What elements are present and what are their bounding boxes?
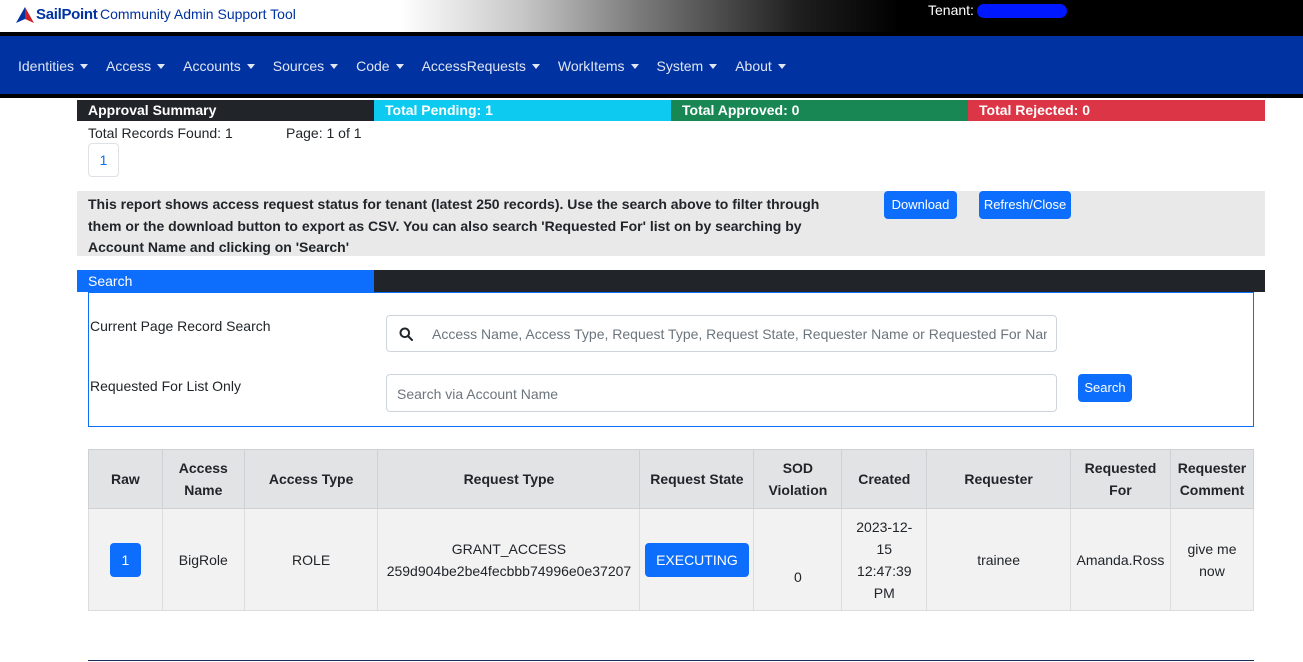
search-tab[interactable]: Search xyxy=(77,270,374,292)
table-header-row: Raw Access Name Access Type Request Type … xyxy=(88,449,1255,509)
app-title: Community Admin Support Tool xyxy=(100,6,296,22)
nav-accounts[interactable]: Accounts xyxy=(183,58,255,74)
col-requested-for: Requested For xyxy=(1069,449,1171,509)
cell-sod-violation: 0 xyxy=(753,508,843,611)
info-text: This report shows access request status … xyxy=(88,196,820,255)
total-records: Total Records Found: 1 xyxy=(88,125,233,141)
total-pending-badge: Total Pending: 1 xyxy=(374,100,671,121)
cell-access-name: BigRole xyxy=(161,508,245,611)
chevron-down-icon xyxy=(80,63,89,69)
search-panel: Current Page Record Search Access Name, … xyxy=(88,292,1254,427)
info-panel: This report shows access request status … xyxy=(77,191,1265,256)
chevron-down-icon xyxy=(246,63,255,69)
nav-access-requests[interactable]: AccessRequests xyxy=(422,58,540,74)
col-requester-comment: Requester Comment xyxy=(1169,449,1255,509)
col-requester: Requester xyxy=(926,449,1071,509)
table-row: 1 BigRole ROLE GRANT_ACCESS 259d904be2be4… xyxy=(88,508,1255,611)
request-state-button[interactable]: EXECUTING xyxy=(645,542,749,577)
nav-about[interactable]: About xyxy=(735,58,786,74)
col-sod-violation: SOD Violation xyxy=(753,449,843,509)
chevron-down-icon xyxy=(330,63,339,69)
nav-sources[interactable]: Sources xyxy=(273,58,339,74)
col-access-name: Access Name xyxy=(161,449,245,509)
sailpoint-logo[interactable]: SailPoint xyxy=(16,6,98,23)
col-access-type: Access Type xyxy=(243,449,379,509)
top-header: SailPoint Community Admin Support Tool T… xyxy=(0,0,1303,32)
nav-identities[interactable]: Identities xyxy=(18,58,89,74)
chevron-down-icon xyxy=(157,63,166,69)
col-request-state: Request State xyxy=(639,449,755,509)
bottom-divider xyxy=(88,660,1254,661)
total-rejected-badge: Total Rejected: 0 xyxy=(968,100,1265,121)
cell-requester: trainee xyxy=(926,508,1071,611)
current-page-search-label: Current Page Record Search xyxy=(90,318,271,334)
nav-access[interactable]: Access xyxy=(106,58,166,74)
cell-request-state: EXECUTING xyxy=(639,508,755,611)
pagination-page-1[interactable]: 1 xyxy=(88,143,119,177)
total-approved-badge: Total Approved: 0 xyxy=(671,100,968,121)
approval-summary-bar: Approval Summary Total Pending: 1 Total … xyxy=(77,100,1265,121)
search-header: Search xyxy=(77,270,1265,292)
current-page-search-input[interactable]: Access Name, Access Type, Request Type, … xyxy=(386,315,1057,352)
chevron-down-icon xyxy=(709,63,718,69)
access-request-table: Raw Access Name Access Type Request Type … xyxy=(88,449,1255,611)
cell-requested-for: Amanda.Ross xyxy=(1069,508,1171,611)
col-created: Created xyxy=(841,449,928,509)
nav-code[interactable]: Code xyxy=(356,58,404,74)
cell-access-type: ROLE xyxy=(243,508,379,611)
cell-created: 2023-12- 15 12:47:39 PM xyxy=(841,508,928,611)
refresh-close-button[interactable]: Refresh/Close xyxy=(979,191,1071,219)
requested-for-search-input[interactable]: Search via Account Name xyxy=(386,374,1057,412)
nav-work-items[interactable]: WorkItems xyxy=(558,58,639,74)
tenant-label: Tenant: xyxy=(928,2,974,18)
cell-raw: 1 xyxy=(88,508,163,611)
summary-title: Approval Summary xyxy=(77,100,374,121)
requested-for-label: Requested For List Only xyxy=(90,378,241,394)
search-icon xyxy=(399,327,413,341)
nav-system[interactable]: System xyxy=(657,58,718,74)
search-button[interactable]: Search xyxy=(1078,374,1132,402)
cell-request-type: GRANT_ACCESS 259d904be2be4fecbbb74996e0e3… xyxy=(377,508,641,611)
chevron-down-icon xyxy=(531,63,540,69)
page-info: Page: 1 of 1 xyxy=(286,125,362,141)
raw-view-button[interactable]: 1 xyxy=(109,542,141,577)
tenant-redaction xyxy=(977,4,1067,18)
cell-requester-comment: give me now xyxy=(1169,508,1255,611)
chevron-down-icon xyxy=(630,63,639,69)
main-navbar: Identities Access Accounts Sources Code … xyxy=(0,32,1303,98)
chevron-down-icon xyxy=(777,63,786,69)
logo-text: SailPoint xyxy=(36,6,98,23)
download-button[interactable]: Download xyxy=(884,191,957,219)
col-request-type: Request Type xyxy=(377,449,641,509)
col-raw: Raw xyxy=(88,449,163,509)
chevron-down-icon xyxy=(395,63,404,69)
requested-for-placeholder: Search via Account Name xyxy=(397,386,559,402)
sailpoint-logo-icon xyxy=(16,6,34,23)
current-page-search-placeholder: Access Name, Access Type, Request Type, … xyxy=(432,326,1047,342)
